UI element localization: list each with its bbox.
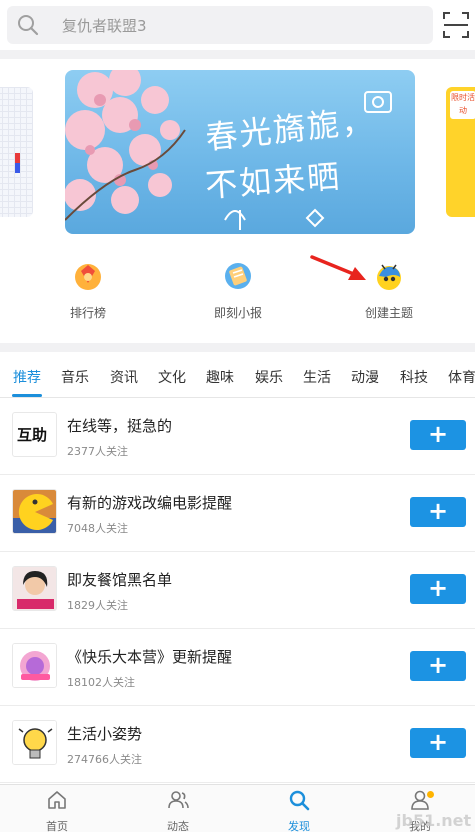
pacman-movie-thumbnail <box>13 490 56 533</box>
follow-button[interactable]: + <box>410 497 466 527</box>
topic-followers: 1829人关注 <box>67 599 128 612</box>
ranking-icon <box>75 264 101 290</box>
discover-search-icon <box>289 790 310 811</box>
tab-recommend[interactable]: 推荐 <box>13 367 41 387</box>
tab-fun[interactable]: 趣味 <box>206 367 234 387</box>
nav-label: 发现 <box>288 820 310 832</box>
topic-title: 有新的游戏改编电影提醒 <box>67 494 233 512</box>
topic-followers: 18102人关注 <box>67 676 135 689</box>
tab-music[interactable]: 音乐 <box>61 367 89 387</box>
limited-event-tag: 限时活动 <box>450 91 475 119</box>
tab-culture[interactable]: 文化 <box>158 367 186 387</box>
shortcut-label: 排行榜 <box>69 306 106 320</box>
search-bar: 复仇者联盟3 <box>0 0 475 50</box>
search-input[interactable]: 复仇者联盟3 <box>7 6 433 44</box>
people-icon <box>168 791 189 809</box>
watermark: jb51.net <box>396 811 472 830</box>
flag-mark <box>15 153 20 173</box>
shortcut-label: 即刻小报 <box>213 306 262 320</box>
tv-show-thumbnail <box>13 644 56 687</box>
topic-title: 即友餐馆黑名单 <box>67 571 173 589</box>
notification-dot <box>427 791 434 798</box>
home-icon <box>48 791 66 809</box>
tab-life[interactable]: 生活 <box>303 367 331 387</box>
lightbulb-thumbnail <box>13 721 56 764</box>
tab-tech[interactable]: 科技 <box>400 367 428 387</box>
list-item[interactable]: 互助 在线等，挺急的 2377人关注 + <box>0 398 475 475</box>
topic-thumbnail <box>12 720 57 765</box>
restaurant-thumbnail <box>13 567 56 610</box>
tab-entertainment[interactable]: 娱乐 <box>255 367 283 387</box>
topic-title: 生活小姿势 <box>67 725 143 743</box>
topic-thumbnail: 互助 <box>12 412 57 457</box>
follow-button[interactable]: + <box>410 651 466 681</box>
tab-news[interactable]: 资讯 <box>110 367 138 387</box>
topic-title: 《快乐大本营》更新提醒 <box>67 648 233 666</box>
topic-thumbnail <box>12 489 57 534</box>
shortcut-label: 创建主题 <box>364 306 413 320</box>
topic-thumbnail <box>12 643 57 688</box>
nav-home[interactable]: 首页 <box>22 789 92 832</box>
follow-button[interactable]: + <box>410 574 466 604</box>
divider <box>0 50 475 59</box>
scan-icon[interactable] <box>440 8 472 42</box>
nav-label: 动态 <box>167 820 189 832</box>
banner-title-line2: 不如来晒 <box>203 157 343 205</box>
create-topic-icon <box>377 264 401 290</box>
search-placeholder: 复仇者联盟3 <box>62 17 147 35</box>
carousel-prev-card[interactable] <box>0 87 33 217</box>
follow-button[interactable]: + <box>410 420 466 450</box>
shortcut-newspaper[interactable]: 即刻小报 <box>178 261 298 321</box>
topic-followers: 274766人关注 <box>67 753 142 766</box>
topic-followers: 7048人关注 <box>67 522 128 535</box>
search-icon <box>18 15 39 36</box>
list-item[interactable]: 即友餐馆黑名单 1829人关注 + <box>0 552 475 629</box>
carousel-next-card[interactable]: 限时活动 <box>446 87 475 217</box>
list-item[interactable]: 有新的游戏改编电影提醒 7048人关注 + <box>0 475 475 552</box>
nav-label: 首页 <box>46 820 68 832</box>
tab-sports[interactable]: 体育 <box>448 367 475 387</box>
shortcut-ranking[interactable]: 排行榜 <box>28 261 148 321</box>
red-arrow-annotation <box>310 255 366 280</box>
banner-carousel[interactable]: 春光旖旎， 不如来晒 限时活动 <box>0 59 475 245</box>
active-tab-indicator <box>12 394 42 397</box>
newspaper-icon <box>225 263 251 289</box>
list-item[interactable]: 《快乐大本营》更新提醒 18102人关注 + <box>0 629 475 706</box>
thumbnail-text: 互助 <box>17 426 48 444</box>
nav-discover[interactable]: 发现 <box>264 789 334 832</box>
list-item[interactable]: 生活小姿势 274766人关注 + <box>0 706 475 783</box>
topic-title: 在线等，挺急的 <box>67 417 173 435</box>
topic-followers: 2377人关注 <box>67 445 128 458</box>
banner-card[interactable]: 春光旖旎， 不如来晒 <box>65 70 415 234</box>
category-tabs: 推荐 音乐 资讯 文化 趣味 娱乐 生活 动漫 科技 体育 <box>0 352 475 398</box>
shortcut-row: 排行榜 即刻小报 创建主题 <box>0 245 475 343</box>
tab-anime[interactable]: 动漫 <box>351 367 379 387</box>
bottom-nav: 首页 动态 发现 我的 jb51.net <box>0 784 475 832</box>
follow-button[interactable]: + <box>410 728 466 758</box>
divider <box>0 343 475 352</box>
topic-thumbnail <box>12 566 57 611</box>
nav-feed[interactable]: 动态 <box>143 789 213 832</box>
